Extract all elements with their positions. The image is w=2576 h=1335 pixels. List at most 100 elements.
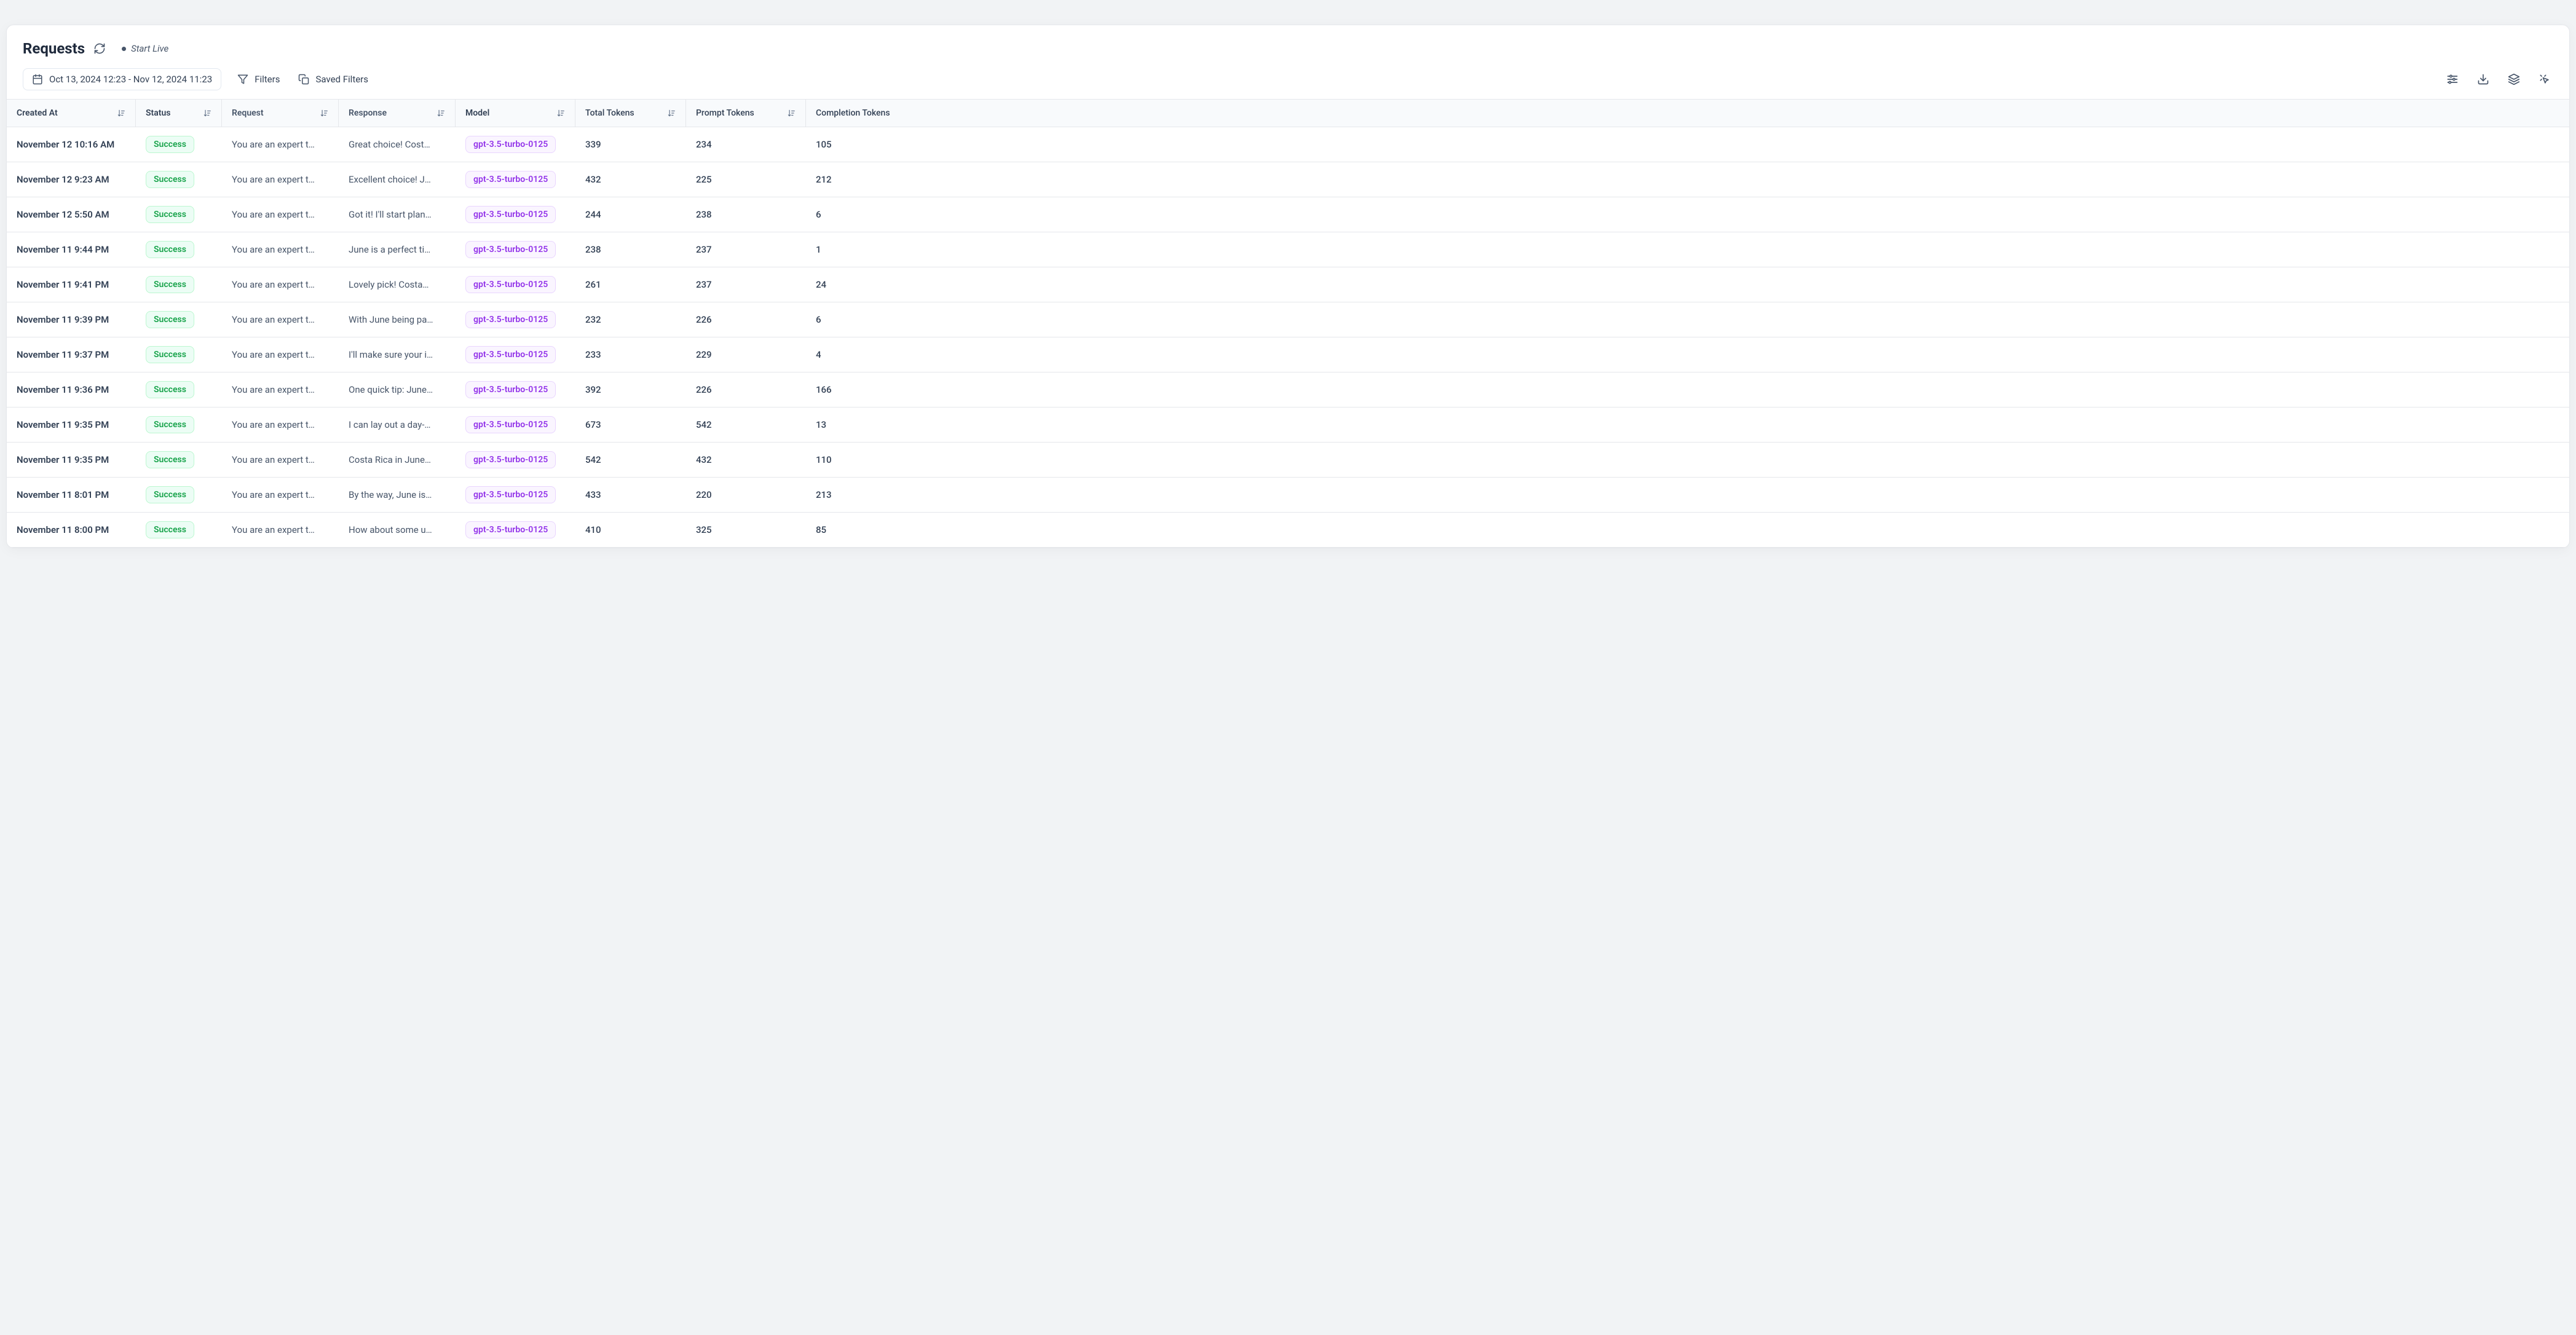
cell-completion-tokens: 6 [806,197,2569,232]
col-completion-tokens[interactable]: Completion Tokens [806,100,2569,127]
table-row[interactable]: November 11 9:41 PM Success You are an e… [7,267,2569,302]
col-created-at[interactable]: Created At [7,100,136,127]
refresh-icon[interactable] [93,42,106,55]
cell-total-tokens: 339 [575,127,686,162]
status-badge: Success [146,521,194,538]
cell-request: You are an expert t… [222,443,339,477]
model-badge: gpt-3.5-turbo-0125 [465,276,556,293]
cell-request: You are an expert t… [222,478,339,512]
sort-icon [320,109,328,117]
cell-prompt-tokens: 229 [686,337,806,372]
cell-response: By the way, June is… [339,478,456,512]
table-row[interactable]: November 11 9:37 PM Success You are an e… [7,337,2569,372]
table-row[interactable]: November 11 9:35 PM Success You are an e… [7,408,2569,443]
cell-total-tokens: 433 [575,478,686,512]
table-row[interactable]: November 11 9:36 PM Success You are an e… [7,372,2569,408]
table-row[interactable]: November 11 9:35 PM Success You are an e… [7,443,2569,478]
cell-created-at: November 11 9:39 PM [7,302,136,337]
cell-prompt-tokens: 226 [686,372,806,407]
cell-response: June is a perfect ti… [339,232,456,267]
cell-request: You are an expert t… [222,408,339,442]
cell-total-tokens: 238 [575,232,686,267]
col-response[interactable]: Response [339,100,456,127]
table-row[interactable]: November 11 9:44 PM Success You are an e… [7,232,2569,267]
cell-model: gpt-3.5-turbo-0125 [456,337,575,372]
cell-total-tokens: 233 [575,337,686,372]
cell-total-tokens: 392 [575,372,686,407]
settings-sliders-button[interactable] [2444,71,2461,88]
cell-request: You are an expert t… [222,197,339,232]
requests-panel: Requests Start Live Oct 13, 2024 12:23 -… [6,25,2570,548]
table-row[interactable]: November 12 10:16 AM Success You are an … [7,127,2569,162]
cell-request: You are an expert t… [222,302,339,337]
requests-table: Created At Status Request Response Model [7,99,2569,548]
col-total-tokens[interactable]: Total Tokens [575,100,686,127]
cell-status: Success [136,408,222,442]
cell-response: Excellent choice! J… [339,162,456,197]
table-row[interactable]: November 11 8:00 PM Success You are an e… [7,513,2569,548]
cell-model: gpt-3.5-turbo-0125 [456,513,575,547]
cell-status: Success [136,337,222,372]
status-badge: Success [146,381,194,398]
layers-button[interactable] [2505,71,2523,88]
cell-status: Success [136,267,222,302]
model-badge: gpt-3.5-turbo-0125 [465,416,556,433]
cell-response: Lovely pick! Costa… [339,267,456,302]
col-prompt-tokens[interactable]: Prompt Tokens [686,100,806,127]
start-live-button[interactable]: Start Live [122,43,168,54]
cell-request: You are an expert t… [222,372,339,407]
status-badge: Success [146,416,194,433]
model-badge: gpt-3.5-turbo-0125 [465,311,556,328]
table-row[interactable]: November 12 5:50 AM Success You are an e… [7,197,2569,232]
filters-button[interactable]: Filters [235,69,282,90]
cell-status: Success [136,232,222,267]
cell-total-tokens: 261 [575,267,686,302]
cell-prompt-tokens: 220 [686,478,806,512]
cell-prompt-tokens: 237 [686,267,806,302]
status-badge: Success [146,136,194,153]
col-request[interactable]: Request [222,100,339,127]
cell-created-at: November 12 9:23 AM [7,162,136,197]
table-row[interactable]: November 11 9:39 PM Success You are an e… [7,302,2569,337]
date-range-button[interactable]: Oct 13, 2024 12:23 - Nov 12, 2024 11:23 [23,68,221,90]
model-badge: gpt-3.5-turbo-0125 [465,381,556,398]
cell-completion-tokens: 13 [806,408,2569,442]
page-header: Requests Start Live [7,25,2569,62]
cell-completion-tokens: 4 [806,337,2569,372]
cell-created-at: November 11 9:37 PM [7,337,136,372]
sort-icon [556,109,565,117]
col-label: Prompt Tokens [696,108,754,118]
col-status[interactable]: Status [136,100,222,127]
table-row[interactable]: November 12 9:23 AM Success You are an e… [7,162,2569,197]
cell-completion-tokens: 213 [806,478,2569,512]
cell-total-tokens: 432 [575,162,686,197]
cell-total-tokens: 244 [575,197,686,232]
cell-request: You are an expert t… [222,162,339,197]
cell-response: Costa Rica in June… [339,443,456,477]
cell-model: gpt-3.5-turbo-0125 [456,127,575,162]
cell-model: gpt-3.5-turbo-0125 [456,443,575,477]
table-header: Created At Status Request Response Model [7,100,2569,127]
saved-filters-button[interactable]: Saved Filters [296,69,371,90]
col-label: Response [349,108,387,118]
cell-model: gpt-3.5-turbo-0125 [456,302,575,337]
cell-completion-tokens: 166 [806,372,2569,407]
cell-model: gpt-3.5-turbo-0125 [456,408,575,442]
cursor-click-icon [2538,73,2551,85]
cursor-click-button[interactable] [2536,71,2553,88]
cell-created-at: November 11 9:44 PM [7,232,136,267]
layers-icon [2508,73,2520,85]
col-model[interactable]: Model [456,100,575,127]
model-badge: gpt-3.5-turbo-0125 [465,346,556,363]
table-row[interactable]: November 11 8:01 PM Success You are an e… [7,478,2569,513]
sort-icon [117,109,125,117]
sort-icon [203,109,211,117]
cell-request: You are an expert t… [222,513,339,547]
cell-response: I can lay out a day-… [339,408,456,442]
model-badge: gpt-3.5-turbo-0125 [465,521,556,538]
cell-response: I'll make sure your i… [339,337,456,372]
cell-model: gpt-3.5-turbo-0125 [456,162,575,197]
download-button[interactable] [2475,71,2492,88]
cell-request: You are an expert t… [222,267,339,302]
cell-completion-tokens: 24 [806,267,2569,302]
